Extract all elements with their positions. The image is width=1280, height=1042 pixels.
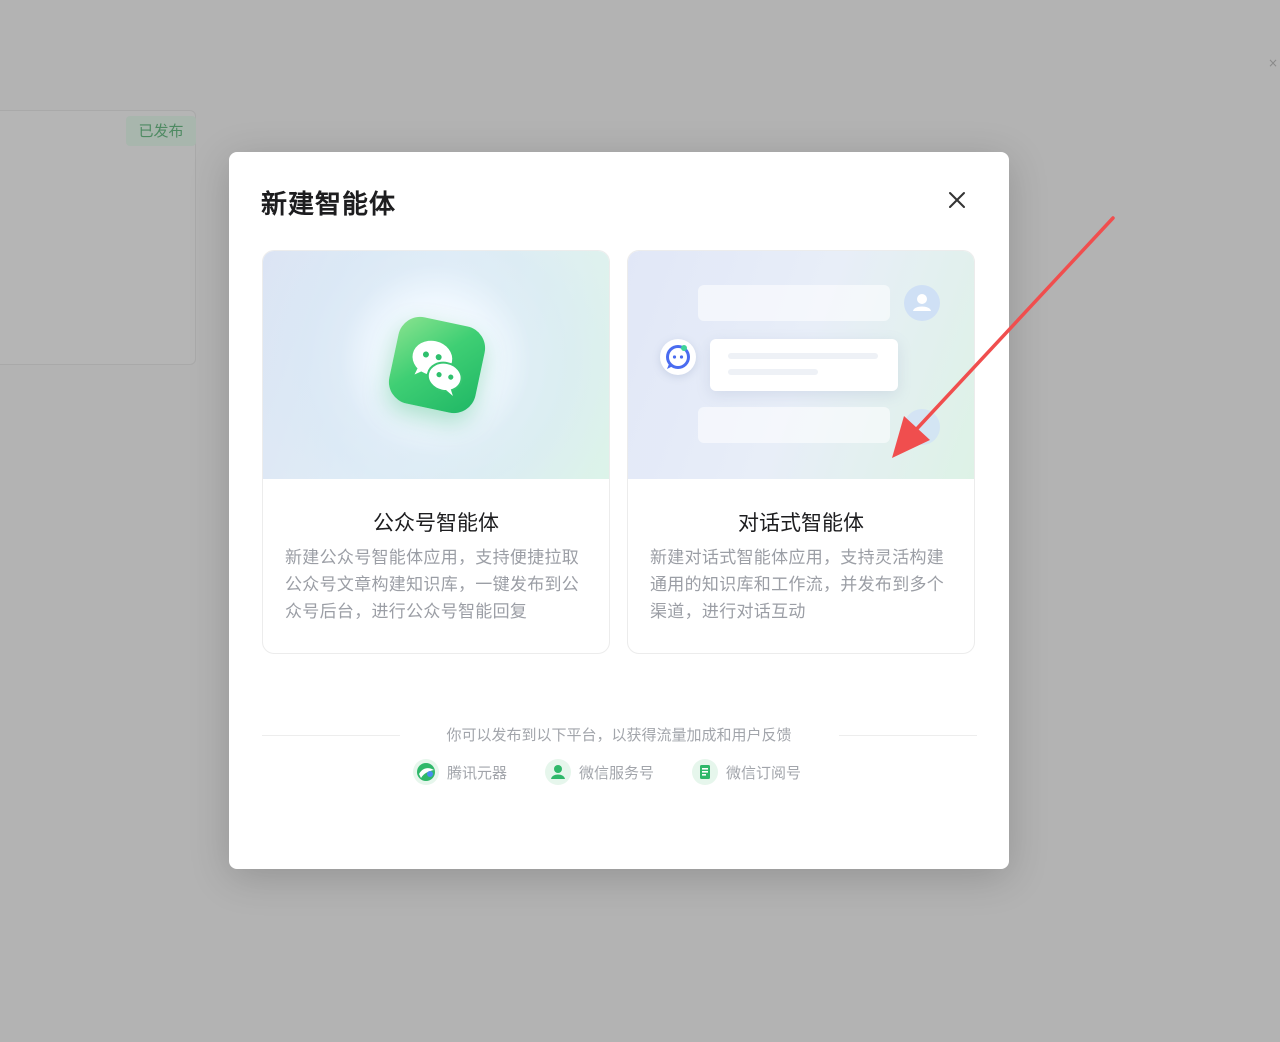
yuanqi-icon [413, 759, 439, 785]
modal-title: 新建智能体 [261, 190, 397, 220]
platform-label: 微信服务号 [579, 763, 655, 782]
conversational-agent-card[interactable]: 对话式智能体 新建对话式智能体应用，支持灵活构建通用的知识库和工作流，并发布到多… [627, 250, 975, 654]
background-close-icon: × [1267, 56, 1278, 70]
card-description: 新建对话式智能体应用，支持灵活构建通用的知识库和工作流，并发布到多个渠道，进行对… [650, 548, 945, 622]
card-banner [263, 251, 609, 479]
publish-platforms-hint: 你可以发布到以下平台，以获得流量加成和用户反馈 [446, 726, 792, 744]
platform-list: 腾讯元器 微信服务号 微信订阅号 [413, 759, 801, 785]
platform-service-account: 微信服务号 [545, 759, 654, 785]
card-banner [628, 251, 974, 479]
platform-subscription-account: 微信订阅号 [692, 759, 801, 785]
published-badge: 已发布 [126, 116, 196, 146]
wechat-icon [384, 312, 490, 418]
service-account-icon [545, 759, 572, 785]
message-placeholder [698, 285, 890, 321]
user-avatar-icon [904, 285, 940, 321]
close-icon [949, 192, 965, 208]
message-placeholder [698, 407, 890, 443]
message-placeholder [710, 339, 898, 391]
platform-label: 腾讯元器 [447, 763, 508, 782]
background-app-card [0, 110, 196, 365]
card-title: 对话式智能体 [738, 511, 864, 535]
subscription-account-icon [692, 759, 719, 785]
chat-icon [660, 339, 696, 375]
card-description: 新建公众号智能体应用，支持便捷拉取公众号文章构建知识库，一键发布到公众号后台，进… [285, 548, 580, 622]
platform-label: 微信订阅号 [726, 763, 802, 782]
new-agent-modal: 新建智能体 公众号智能体 新建公众号智能体应用，支持便捷拉取公众号文章构建知识库… [229, 152, 1009, 869]
official-account-agent-card[interactable]: 公众号智能体 新建公众号智能体应用，支持便捷拉取公众号文章构建知识库，一键发布到… [262, 250, 610, 654]
platform-yuanqi: 腾讯元器 [413, 759, 507, 785]
close-button[interactable] [945, 188, 969, 212]
card-title: 公众号智能体 [373, 511, 499, 535]
user-avatar-icon [904, 409, 940, 445]
